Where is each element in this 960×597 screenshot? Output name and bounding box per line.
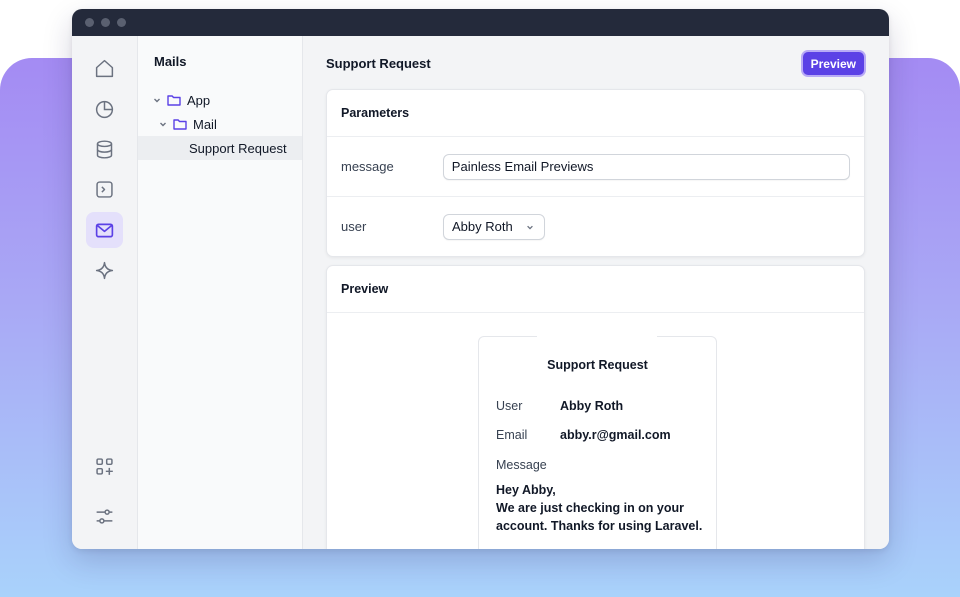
database-icon <box>96 139 113 159</box>
tree-item-app[interactable]: App <box>138 88 302 112</box>
email-address-value: abby.r@gmail.com <box>560 428 671 442</box>
email-greeting: Hey Abby, <box>496 483 556 497</box>
param-row-message: message <box>327 136 864 196</box>
email-body-text: We are just checking in on your account.… <box>496 501 703 533</box>
rail-extensions-button[interactable] <box>86 448 123 484</box>
app-window: Mails App Mail Support Request Support R… <box>72 9 889 549</box>
window-minimize-dot[interactable] <box>101 18 110 27</box>
email-message-body: Hey Abby, We are just checking in on you… <box>496 481 711 535</box>
icon-rail <box>72 36 138 549</box>
preview-button[interactable]: Preview <box>800 49 866 77</box>
tree-item-label: Mail <box>193 116 217 132</box>
preview-card: Preview Support Request User Abby Roth E… <box>326 265 865 549</box>
tree-item-mail[interactable]: Mail <box>138 112 302 136</box>
page-title: Support Request <box>326 55 431 71</box>
window-maximize-dot[interactable] <box>117 18 126 27</box>
user-label: user <box>341 219 367 234</box>
tree-title: Mails <box>154 54 187 69</box>
rail-console-button[interactable] <box>86 171 123 207</box>
add-widget-icon <box>96 457 113 475</box>
email-user-label: User <box>496 399 523 413</box>
main-content: Support Request Preview Parameters messa… <box>303 36 889 549</box>
tree-item-label: App <box>187 92 211 108</box>
rail-ai-button[interactable] <box>86 252 123 288</box>
email-address-row: Email abby.r@gmail.com <box>496 428 716 442</box>
user-select[interactable]: Abby Roth <box>443 213 545 240</box>
email-title: Support Request <box>547 358 648 372</box>
home-icon <box>95 59 114 77</box>
rail-home-button[interactable] <box>86 50 123 86</box>
tree-item-label: Support Request <box>189 140 287 156</box>
parameters-card: Parameters message user Abby Roth <box>326 89 865 257</box>
email-user-value: Abby Roth <box>560 399 624 413</box>
message-input[interactable] <box>442 153 850 180</box>
folder-icon <box>167 95 181 106</box>
tree-item-support-request[interactable]: Support Request <box>138 136 302 160</box>
email-message-label: Message <box>496 458 547 472</box>
chevron-down-icon <box>527 225 533 230</box>
param-row-user: user Abby Roth <box>327 196 864 256</box>
terminal-icon <box>96 180 113 198</box>
email-user-row: User Abby Roth <box>496 399 716 413</box>
title-bar <box>72 9 889 36</box>
rail-analytics-button[interactable] <box>86 91 123 127</box>
pie-chart-icon <box>95 100 114 118</box>
rail-mail-button[interactable] <box>86 212 123 248</box>
main-header: Support Request Preview <box>326 49 866 77</box>
sliders-icon <box>96 508 113 524</box>
parameters-title: Parameters <box>341 106 410 120</box>
window-close-dot[interactable] <box>85 18 94 27</box>
preview-title: Preview <box>341 282 389 296</box>
rail-settings-button[interactable] <box>86 498 123 534</box>
preview-area: Support Request User Abby Roth Email abb… <box>327 312 864 549</box>
chevron-down-icon <box>160 122 166 127</box>
chevron-down-icon <box>154 98 160 103</box>
folder-icon <box>173 119 187 130</box>
rail-database-button[interactable] <box>86 131 123 167</box>
mail-icon <box>95 223 114 237</box>
sparkle-icon <box>95 261 114 279</box>
message-label: message <box>341 159 394 174</box>
mails-tree-panel: Mails App Mail Support Request <box>138 36 303 549</box>
email-address-label: Email <box>496 428 528 442</box>
user-select-value: Abby Roth <box>452 219 513 234</box>
email-preview: Support Request User Abby Roth Email abb… <box>478 335 717 549</box>
